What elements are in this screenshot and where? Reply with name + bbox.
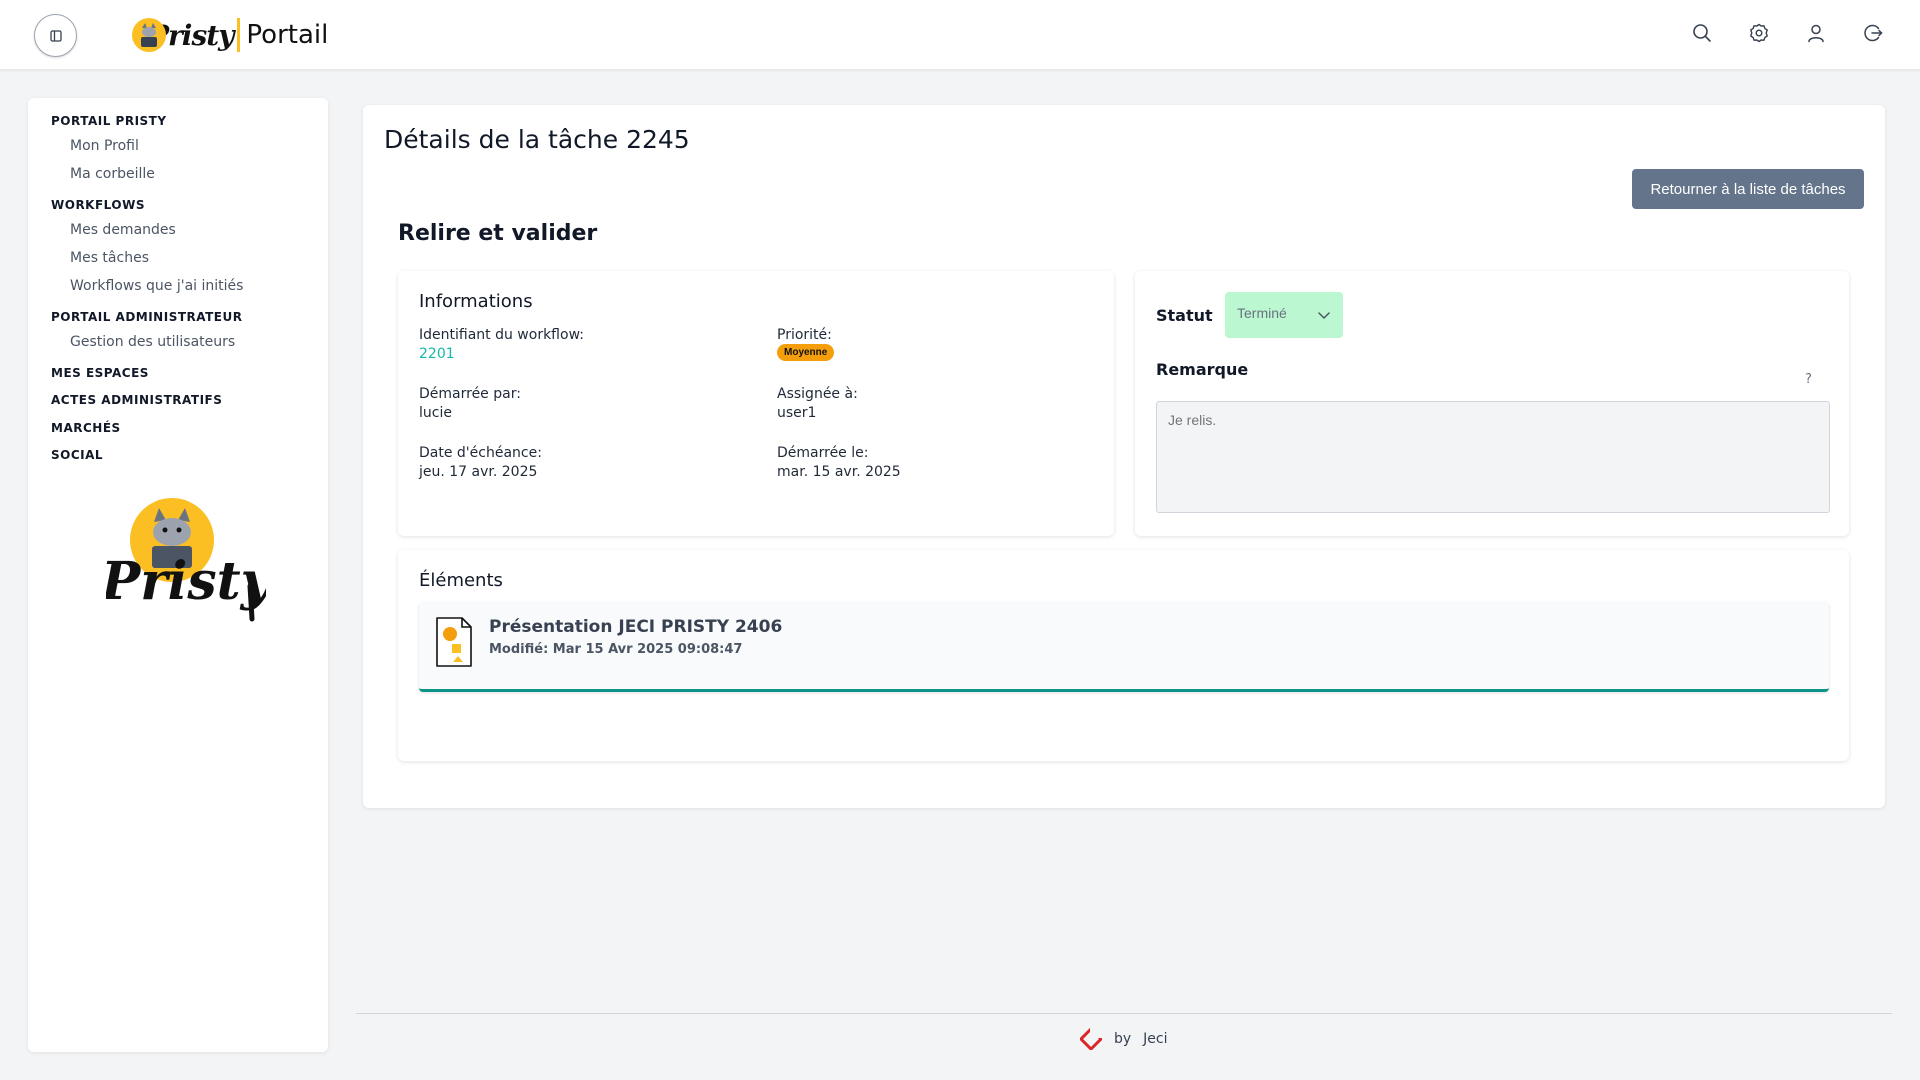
search-icon[interactable] [1689, 20, 1715, 46]
page-title: Détails de la tâche 2245 [384, 125, 690, 154]
sidebar-item-mes-taches[interactable]: Mes tâches [70, 250, 149, 266]
status-panel: Statut Terminé Remarque ? [1135, 271, 1849, 536]
sidebar-section-actes-administratifs[interactable]: ACTES ADMINISTRATIFS [51, 393, 222, 407]
sidebar-item-workflows-inities[interactable]: Workflows que j'ai initiés [70, 278, 243, 294]
sidebar-toggle-icon [49, 29, 62, 42]
user-icon[interactable] [1803, 20, 1829, 46]
task-name: Relire et valider [398, 221, 598, 246]
pristy-logo[interactable]: Pristy Portail [132, 12, 328, 58]
elements-title: Éléments [419, 570, 503, 591]
sidebar-toggle-button[interactable] [34, 14, 77, 57]
element-item[interactable]: Présentation JECI PRISTY 2406 Modifié: M… [419, 602, 1829, 692]
sidebar-section-portail-pristy[interactable]: PORTAIL PRISTY [51, 114, 167, 128]
priority-badge: Moyenne [777, 344, 835, 361]
status-select[interactable]: Terminé [1225, 292, 1343, 338]
status-label: Statut [1156, 306, 1213, 325]
sidebar-item-mon-profil[interactable]: Mon Profil [70, 138, 139, 154]
logout-icon[interactable] [1860, 20, 1886, 46]
sidebar-section-mes-espaces[interactable]: MES ESPACES [51, 366, 149, 380]
sidebar-section-workflows[interactable]: WORKFLOWS [51, 198, 145, 212]
informations-panel: Informations Identifiant du workflow: 22… [398, 271, 1114, 536]
started-by-label: Démarrée par: [419, 386, 521, 402]
element-modified-date: Modifié: Mar 15 Avr 2025 09:08:47 [489, 642, 743, 657]
status-selected-value: Terminé [1237, 305, 1287, 321]
chevron-down-icon [1318, 312, 1330, 319]
logo-divider [237, 18, 241, 52]
sidebar-item-mes-demandes[interactable]: Mes demandes [70, 222, 176, 238]
informations-title: Informations [419, 291, 533, 312]
help-icon[interactable]: ? [1805, 372, 1812, 387]
assigned-to-label: Assignée à: [777, 386, 858, 402]
footer-divider [356, 1013, 1892, 1014]
jeci-logo-icon [1080, 1028, 1102, 1050]
due-date-label: Date d'échéance: [419, 445, 542, 461]
sidebar-section-social[interactable]: SOCIAL [51, 448, 103, 462]
task-details-card: Détails de la tâche 2245 Retourner à la … [363, 105, 1885, 808]
sidebar-item-gestion-utilisateurs[interactable]: Gestion des utilisateurs [70, 334, 235, 350]
elements-panel: Éléments Présentation JECI PRISTY 2406 M… [398, 550, 1849, 761]
priority-label: Priorité: [777, 327, 832, 343]
gear-icon[interactable] [1746, 20, 1772, 46]
document-presentation-icon [436, 617, 472, 667]
logo-portail-text: Portail [246, 20, 329, 50]
remark-label: Remarque [1156, 360, 1249, 379]
sidebar: PORTAIL PRISTY Mon Profil Ma corbeille W… [28, 98, 328, 1052]
started-on-label: Démarrée le: [777, 445, 869, 461]
svg-text:Pristy: Pristy [106, 551, 266, 612]
started-by-value: lucie [419, 405, 452, 421]
pristy-mascot-logo: Pristy [99, 494, 275, 634]
remark-textarea[interactable] [1156, 401, 1830, 513]
cat-logo-icon [132, 18, 166, 52]
started-on-value: mar. 15 avr. 2025 [777, 464, 901, 480]
element-name: Présentation JECI PRISTY 2406 [489, 617, 783, 637]
sidebar-item-ma-corbeille[interactable]: Ma corbeille [70, 166, 155, 182]
back-to-task-list-button[interactable]: Retourner à la liste de tâches [1632, 169, 1864, 209]
footer-by-text: by [1114, 1031, 1132, 1047]
header-icons [1689, 20, 1886, 46]
assigned-to-value: user1 [777, 405, 817, 421]
due-date-value: jeu. 17 avr. 2025 [419, 464, 538, 480]
footer: by Jeci [1080, 1028, 1168, 1050]
footer-brand-link[interactable]: Jeci [1143, 1031, 1167, 1047]
workflow-id-label: Identifiant du workflow: [419, 327, 584, 343]
workflow-id-link[interactable]: 2201 [419, 346, 455, 362]
sidebar-section-portail-administrateur[interactable]: PORTAIL ADMINISTRATEUR [51, 310, 242, 324]
sidebar-section-marches[interactable]: MARCHÉS [51, 421, 121, 435]
top-bar: Pristy Portail [0, 0, 1920, 70]
